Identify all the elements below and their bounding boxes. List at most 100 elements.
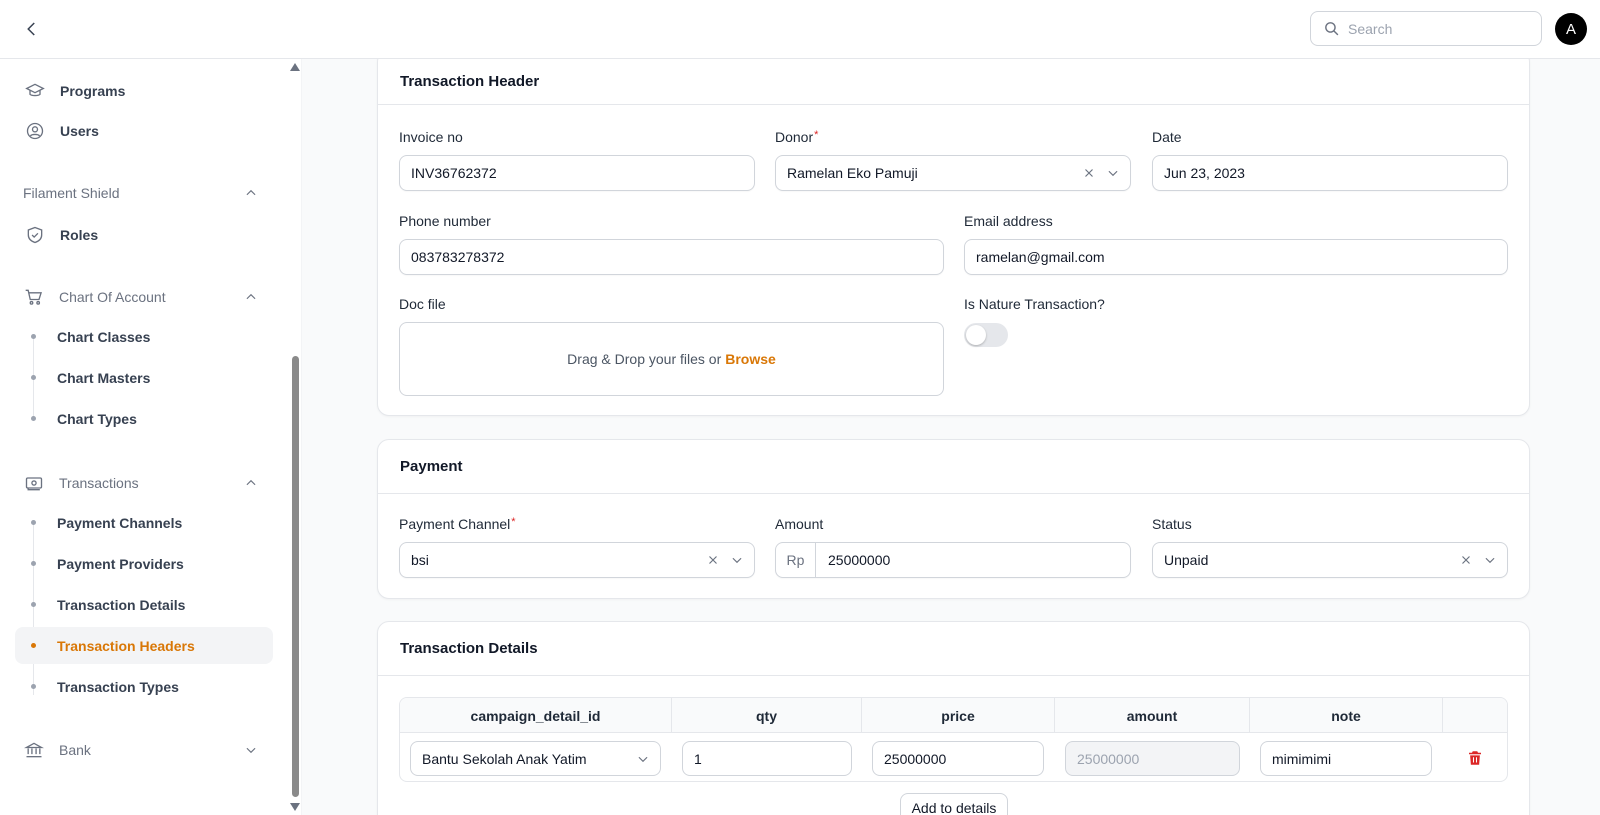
- amount-value: 25000000: [828, 552, 891, 568]
- bank-icon: [23, 739, 45, 761]
- sidebar-item-label: Payment Providers: [57, 555, 184, 572]
- sidebar-item-payment-providers[interactable]: Payment Providers: [15, 545, 273, 582]
- scroll-down-arrow[interactable]: [289, 802, 301, 812]
- campaign-detail-select[interactable]: Bantu Sekolah Anak Yatim: [410, 741, 661, 776]
- group-label: Filament Shield: [23, 185, 120, 201]
- bullet-dot: [31, 561, 36, 566]
- dropzone-text: Drag & Drop your files or: [567, 351, 722, 367]
- browse-link[interactable]: Browse: [725, 351, 776, 367]
- sidebar-group-filament-shield[interactable]: Filament Shield: [15, 178, 273, 208]
- sidebar-item-label: Transaction Details: [57, 596, 186, 613]
- sidebar-scrollbar-thumb[interactable]: [292, 356, 299, 797]
- donor-select[interactable]: Ramelan Eko Pamuji: [775, 155, 1131, 191]
- chevron-up-icon: [246, 189, 256, 196]
- currency-prefix: Rp: [776, 543, 816, 577]
- bullet-dot: [31, 602, 36, 607]
- sidebar-item-roles[interactable]: Roles: [15, 216, 273, 253]
- clear-icon[interactable]: [1082, 166, 1096, 180]
- sidebar-item-label: Transaction Headers: [57, 637, 195, 654]
- sidebar-item-chart-types[interactable]: Chart Types: [15, 400, 273, 437]
- transaction-header-section: Transaction Header Invoice no INV3676237…: [377, 50, 1530, 416]
- status-select[interactable]: Unpaid: [1152, 542, 1508, 578]
- column-header: amount: [1055, 698, 1250, 733]
- group-label: Transactions: [59, 475, 139, 491]
- bullet-dot: [31, 643, 36, 648]
- bullet-dot: [31, 520, 36, 525]
- sidebar-item-label: Users: [60, 122, 99, 139]
- shield-check-icon: [24, 224, 46, 246]
- details-table: campaign_detail_id qty price amount note…: [399, 697, 1508, 782]
- date-label: Date: [1152, 129, 1182, 145]
- sidebar-item-chart-classes[interactable]: Chart Classes: [15, 318, 273, 355]
- table-header: campaign_detail_id qty price amount note: [400, 698, 1507, 733]
- sidebar-item-chart-masters[interactable]: Chart Masters: [15, 359, 273, 396]
- bullet-dot: [31, 416, 36, 421]
- phone-label: Phone number: [399, 213, 491, 229]
- search-box[interactable]: [1310, 11, 1542, 46]
- graduation-cap-icon: [24, 80, 46, 102]
- nature-transaction-toggle[interactable]: [964, 323, 1008, 347]
- section-title: Transaction Details: [378, 622, 1529, 676]
- toggle-knob: [966, 325, 986, 345]
- payment-section: Payment Payment Channel* bsi Amount Rp 2…: [377, 439, 1530, 599]
- search-input[interactable]: [1348, 20, 1528, 37]
- date-value: Jun 23, 2023: [1164, 165, 1245, 181]
- sidebar: Programs Users Filament Shield Roles Cha…: [0, 59, 302, 815]
- sidebar-item-label: Payment Channels: [57, 514, 183, 531]
- status-label: Status: [1152, 516, 1192, 532]
- chevron-down-icon[interactable]: [1106, 166, 1120, 180]
- sidebar-item-label: Chart Masters: [57, 369, 151, 386]
- email-value: ramelan@gmail.com: [976, 249, 1105, 265]
- date-field[interactable]: Jun 23, 2023: [1152, 155, 1508, 191]
- trash-icon: [1469, 751, 1481, 765]
- payment-channel-label: Payment Channel*: [399, 516, 516, 532]
- clear-icon[interactable]: [706, 553, 720, 567]
- required-marker: *: [814, 129, 819, 141]
- scroll-up-arrow[interactable]: [289, 62, 301, 72]
- sidebar-item-transaction-details[interactable]: Transaction Details: [15, 586, 273, 623]
- payment-channel-select[interactable]: bsi: [399, 542, 755, 578]
- sidebar-item-label: Chart Classes: [57, 328, 151, 345]
- amount-field[interactable]: Rp 25000000: [775, 542, 1131, 578]
- sidebar-item-label: Chart Types: [57, 410, 137, 427]
- campaign-detail-value: Bantu Sekolah Anak Yatim: [422, 750, 587, 767]
- invoice-field[interactable]: INV36762372: [399, 155, 755, 191]
- column-header: price: [862, 698, 1055, 733]
- delete-row-button[interactable]: [1466, 749, 1486, 769]
- sidebar-item-programs[interactable]: Programs: [15, 72, 273, 109]
- qty-input[interactable]: 1: [682, 741, 852, 776]
- price-input[interactable]: 25000000: [872, 741, 1044, 776]
- chevron-down-icon[interactable]: [1483, 553, 1497, 567]
- group-label: Chart Of Account: [59, 289, 166, 305]
- sidebar-item-users[interactable]: Users: [15, 112, 273, 149]
- sidebar-group-bank[interactable]: Bank: [15, 735, 273, 765]
- top-bar: A: [0, 0, 1600, 59]
- amount-value: 25000000: [1077, 750, 1140, 767]
- doc-file-dropzone[interactable]: Drag & Drop your files or Browse: [399, 322, 944, 396]
- sidebar-item-transaction-headers[interactable]: Transaction Headers: [15, 627, 273, 664]
- price-value: 25000000: [884, 750, 947, 767]
- chevron-left-icon: [27, 22, 35, 36]
- clear-icon[interactable]: [1459, 553, 1473, 567]
- required-marker: *: [511, 516, 516, 528]
- nature-transaction-label: Is Nature Transaction?: [964, 296, 1105, 312]
- add-to-details-button[interactable]: Add to details: [900, 793, 1008, 815]
- column-header-actions: [1443, 698, 1507, 733]
- note-input[interactable]: mimimimi: [1260, 741, 1432, 776]
- sidebar-item-transaction-types[interactable]: Transaction Types: [15, 668, 273, 705]
- group-label: Bank: [59, 742, 91, 758]
- avatar[interactable]: A: [1555, 13, 1587, 45]
- chevron-down-icon: [638, 756, 648, 763]
- note-value: mimimimi: [1272, 750, 1332, 767]
- email-field[interactable]: ramelan@gmail.com: [964, 239, 1508, 275]
- chevron-down-icon[interactable]: [730, 553, 744, 567]
- sidebar-item-payment-channels[interactable]: Payment Channels: [15, 504, 273, 541]
- phone-field[interactable]: 083783278372: [399, 239, 944, 275]
- column-header: note: [1250, 698, 1443, 733]
- sidebar-group-transactions[interactable]: Transactions: [15, 468, 273, 498]
- sidebar-group-chart-of-account[interactable]: Chart Of Account: [15, 282, 273, 312]
- back-button[interactable]: [20, 17, 44, 41]
- donor-label: Donor*: [775, 129, 818, 145]
- bullet-dot: [31, 375, 36, 380]
- sidebar-item-label: Programs: [60, 82, 126, 99]
